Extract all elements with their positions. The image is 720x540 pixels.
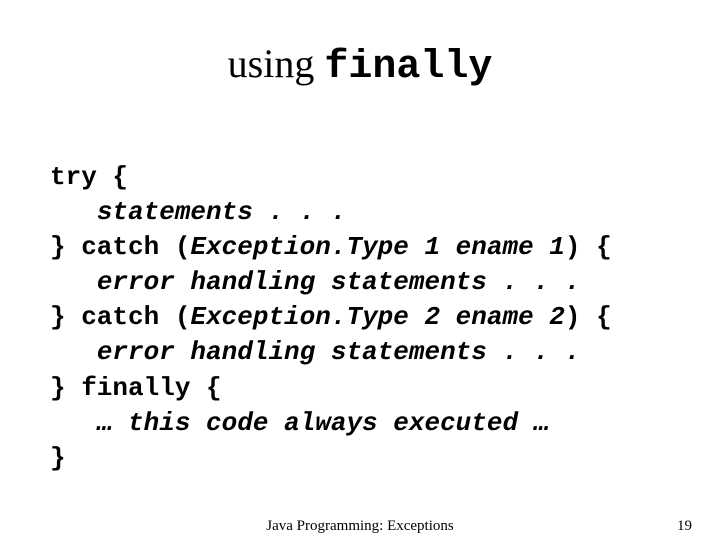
code-line-2-indent xyxy=(50,197,97,227)
slide: using finally try { statements . . . } c… xyxy=(0,0,720,540)
code-line-2-text: statements . . . xyxy=(97,197,347,227)
title-word-using: using xyxy=(228,41,325,86)
slide-title: using finally xyxy=(0,42,720,90)
code-line-1: try { xyxy=(50,162,128,192)
code-line-3a: } catch ( xyxy=(50,232,190,262)
code-line-4-indent xyxy=(50,267,97,297)
code-line-8-indent xyxy=(50,408,97,438)
code-line-6-indent xyxy=(50,337,97,367)
code-line-5c: ) { xyxy=(565,302,612,332)
code-line-3c: ) { xyxy=(565,232,612,262)
code-line-6-text: error handling statements . . . xyxy=(97,337,581,367)
footer-title: Java Programming: Exceptions xyxy=(0,518,720,535)
page-number: 19 xyxy=(677,518,692,535)
code-line-3b: Exception.Type 1 ename 1 xyxy=(190,232,564,262)
code-line-8-text: … this code always executed … xyxy=(97,408,549,438)
code-line-7: } finally { xyxy=(50,373,222,403)
code-line-5b: Exception.Type 2 ename 2 xyxy=(190,302,564,332)
code-block: try { statements . . . } catch (Exceptio… xyxy=(50,160,690,476)
title-word-finally: finally xyxy=(324,45,492,90)
code-line-9: } xyxy=(50,443,66,473)
code-line-4-text: error handling statements . . . xyxy=(97,267,581,297)
code-line-5a: } catch ( xyxy=(50,302,190,332)
